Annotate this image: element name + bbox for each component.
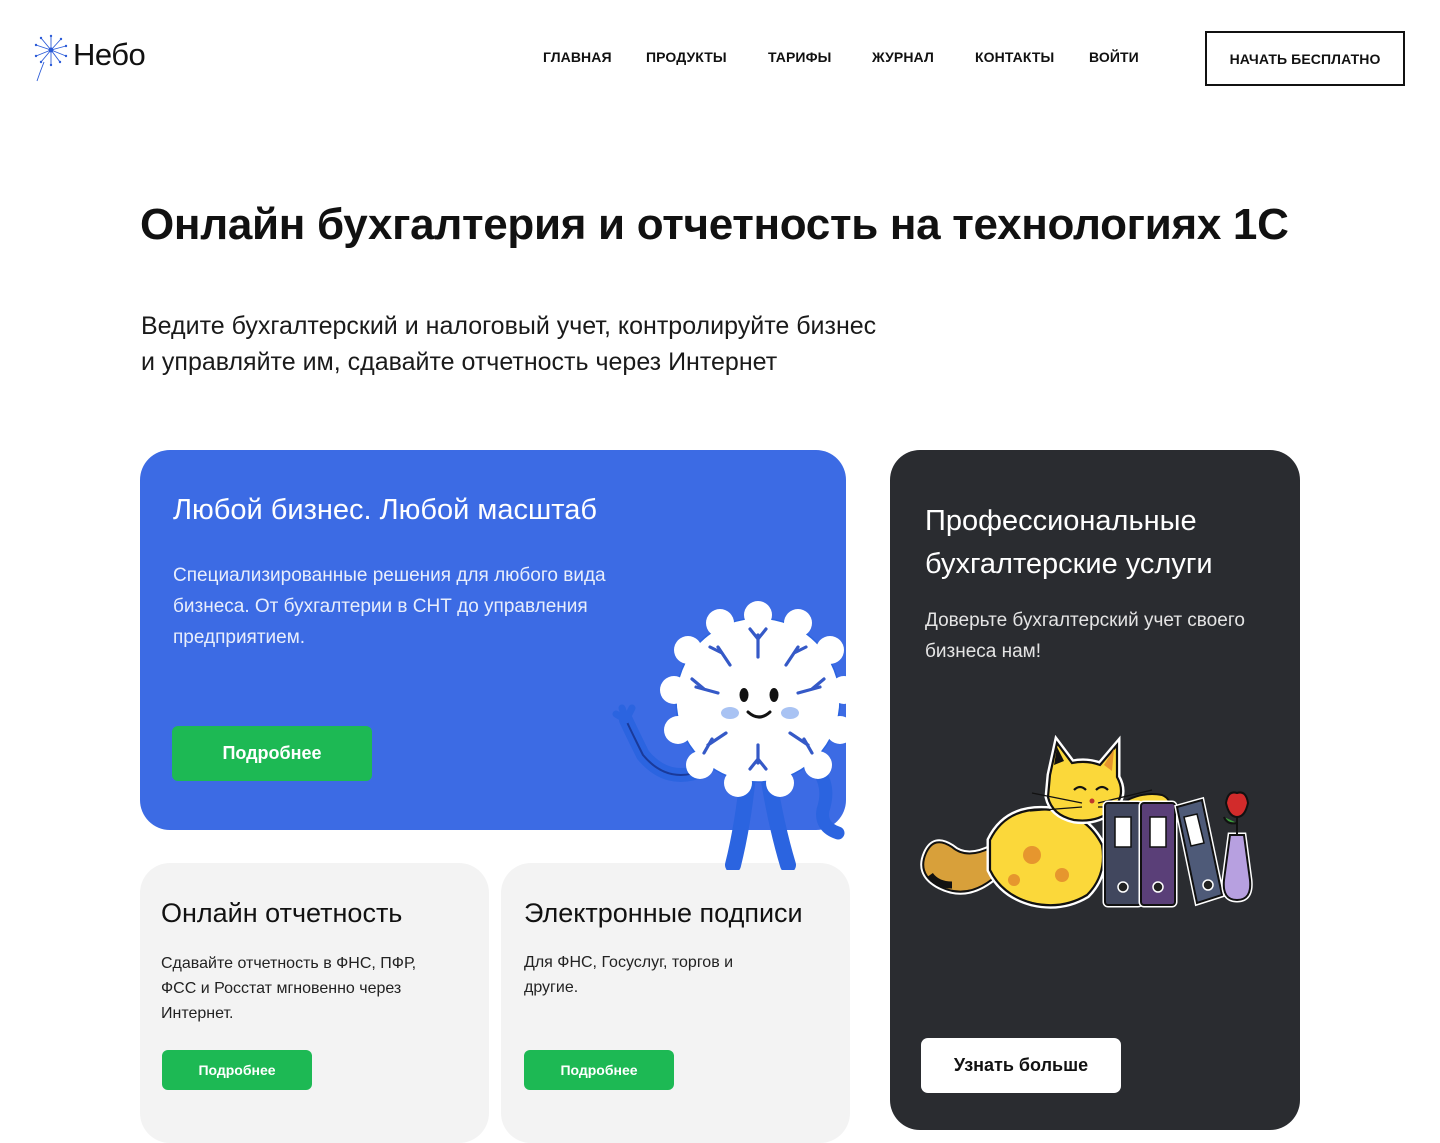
- online-reporting-more-button[interactable]: Подробнее: [162, 1050, 312, 1090]
- business-card-text: Специализированные решения для любого ви…: [173, 565, 606, 648]
- services-card-title: Профессиональные бухгалтерские услуги: [925, 505, 1213, 580]
- hero-subtitle-line-1: Ведите бухгалтерский и налоговый учет, к…: [141, 312, 877, 340]
- online-reporting-text: Сдавайте отчетность в ФНС, ПФР, ФСС и Ро…: [161, 955, 417, 1022]
- nav-link-journal[interactable]: ЖУРНАЛ: [872, 49, 934, 65]
- logo-text: Небо: [73, 37, 146, 72]
- logo-link[interactable]: Небо: [32, 34, 146, 82]
- cat-with-folders-illustration: [920, 735, 1253, 909]
- hero-subtitle: Ведите бухгалтерский и налоговый учет, к…: [141, 308, 1001, 380]
- nav-link-pricing[interactable]: ТАРИФЫ: [768, 49, 831, 65]
- nav-link-products[interactable]: ПРОДУКТЫ: [646, 49, 727, 65]
- business-card-title: Любой бизнес. Любой масштаб: [173, 494, 597, 526]
- hero-subtitle-line-2: и управляйте им, сдавайте отчетность чер…: [141, 348, 778, 376]
- site-header: Небо ГЛАВНАЯ ПРОДУКТЫ ТАРИФЫ ЖУРНАЛ КОНТ…: [0, 0, 1440, 118]
- learn-more-button[interactable]: Узнать больше: [921, 1038, 1121, 1093]
- dandelion-icon: [34, 34, 68, 82]
- business-more-button[interactable]: Подробнее: [172, 726, 372, 781]
- e-signatures-text: Для ФНС, Госуслуг, торгов и другие.: [524, 954, 734, 996]
- page-title: Онлайн бухгалтерия и отчетность на техно…: [140, 200, 1289, 249]
- services-card-text: Доверьте бухгалтерский учет своего бизне…: [925, 610, 1245, 662]
- dandelion-mascot-illustration: [612, 601, 858, 870]
- start-free-button[interactable]: НАЧАТЬ БЕСПЛАТНО: [1205, 31, 1405, 86]
- nav-link-login[interactable]: ВОЙТИ: [1089, 49, 1139, 65]
- e-signatures-more-button[interactable]: Подробнее: [524, 1050, 674, 1090]
- e-signatures-title: Электронные подписи: [524, 898, 803, 928]
- nav-link-home[interactable]: ГЛАВНАЯ: [543, 49, 612, 65]
- online-reporting-title: Онлайн отчетность: [161, 898, 403, 928]
- nav-link-contacts[interactable]: КОНТАКТЫ: [975, 49, 1054, 65]
